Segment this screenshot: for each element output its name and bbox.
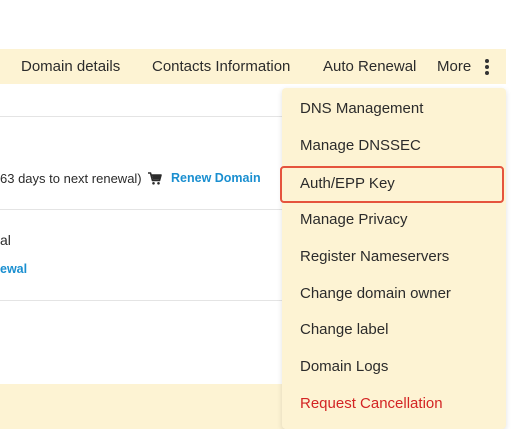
renewal-days-text: 63 days to next renewal) bbox=[0, 171, 142, 186]
tab-domain-details[interactable]: Domain details bbox=[21, 49, 120, 84]
vertical-ellipsis-icon[interactable] bbox=[485, 59, 489, 75]
tab-more[interactable]: More bbox=[437, 49, 471, 84]
menu-item-domain-logs[interactable]: Domain Logs bbox=[282, 348, 506, 385]
tab-contacts-information[interactable]: Contacts Information bbox=[152, 49, 290, 84]
row-divider bbox=[0, 209, 285, 210]
menu-item-dns-management[interactable]: DNS Management bbox=[282, 90, 506, 127]
footer-band bbox=[0, 384, 285, 429]
menu-item-change-domain-owner[interactable]: Change domain owner bbox=[282, 275, 506, 312]
menu-item-manage-privacy[interactable]: Manage Privacy bbox=[282, 201, 506, 238]
shopping-cart-icon bbox=[148, 172, 162, 185]
menu-item-manage-dnssec[interactable]: Manage DNSSEC bbox=[282, 127, 506, 164]
menu-item-auth-epp-key[interactable]: Auth/EPP Key bbox=[282, 165, 506, 202]
domain-tab-bar: Domain details Contacts Information Auto… bbox=[0, 49, 506, 84]
domain-page: Domain details Contacts Information Auto… bbox=[0, 0, 511, 429]
menu-item-register-nameservers[interactable]: Register Nameservers bbox=[282, 238, 506, 275]
auto-renewal-link[interactable]: ewal bbox=[0, 262, 27, 276]
menu-item-request-cancellation[interactable]: Request Cancellation bbox=[282, 385, 506, 422]
more-dropdown-menu: DNS Management Manage DNSSEC Auth/EPP Ke… bbox=[282, 88, 506, 429]
tab-auto-renewal[interactable]: Auto Renewal bbox=[323, 49, 416, 84]
row-divider bbox=[0, 116, 285, 117]
row-divider bbox=[0, 300, 285, 301]
renew-domain-link[interactable]: Renew Domain bbox=[171, 171, 261, 185]
menu-item-change-label[interactable]: Change label bbox=[282, 311, 506, 348]
auto-renewal-label: al bbox=[0, 232, 11, 248]
